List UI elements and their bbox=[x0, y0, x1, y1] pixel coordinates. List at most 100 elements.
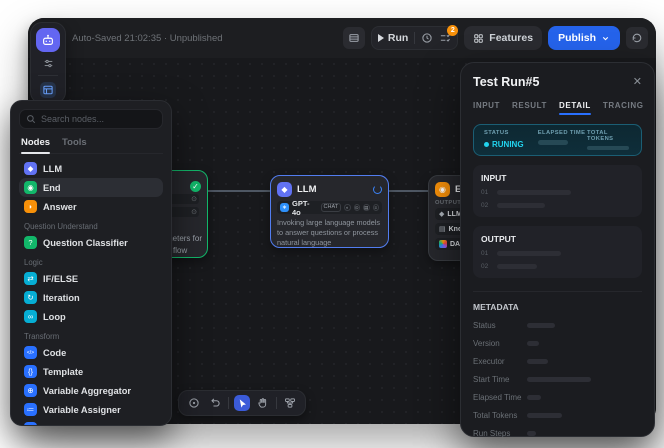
skeleton-bar bbox=[527, 323, 555, 328]
version-history-button[interactable] bbox=[626, 27, 648, 49]
llm-icon: ◆ bbox=[24, 162, 37, 175]
undo-button[interactable] bbox=[207, 395, 223, 411]
model-name: GPT-4o bbox=[292, 199, 316, 217]
skeleton-bar bbox=[527, 377, 591, 382]
tab-input[interactable]: INPUT bbox=[473, 101, 500, 115]
palette-item-end[interactable]: ◉ End bbox=[19, 178, 163, 197]
divider bbox=[228, 397, 229, 409]
palette-item-template[interactable]: {} Template bbox=[19, 362, 163, 381]
tab-tools[interactable]: Tools bbox=[62, 137, 87, 148]
test-run-panel: Test Run#5 ✕ INPUT RESULT DETAIL TRACING… bbox=[460, 62, 655, 437]
palette-item-iteration[interactable]: ↻ Iteration bbox=[19, 288, 163, 307]
close-icon[interactable]: ✕ bbox=[633, 77, 642, 88]
skeleton-bar bbox=[538, 140, 568, 145]
run-panel-tabs: INPUT RESULT DETAIL TRACING bbox=[473, 101, 642, 115]
tab-result[interactable]: RESULT bbox=[512, 101, 547, 115]
publish-label: Publish bbox=[558, 32, 596, 44]
palette-item-label: Loop bbox=[43, 312, 66, 322]
publish-button[interactable]: Publish bbox=[548, 26, 620, 50]
features-button[interactable]: Features bbox=[464, 26, 542, 50]
pointer-mode-button[interactable] bbox=[234, 395, 250, 411]
knowledge-icon: ▤ bbox=[439, 225, 446, 233]
metadata-label: METADATA bbox=[473, 302, 642, 312]
divider bbox=[38, 75, 58, 76]
skeleton-bar bbox=[497, 203, 545, 208]
palette-item-label: Question Classifier bbox=[43, 238, 128, 248]
section-logic: Logic bbox=[24, 258, 163, 267]
tab-detail[interactable]: DETAIL bbox=[559, 101, 591, 115]
top-bar: Auto-Saved 21:02:35 · Unpublished Run bbox=[28, 18, 656, 58]
llm-node[interactable]: ◆ LLM ∗ GPT-4o CHAT ◐ ⊙ ▤ ≡ Invoking lar… bbox=[270, 175, 389, 248]
palette-item-loop[interactable]: ∞ Loop bbox=[19, 307, 163, 326]
model-capability-icon: ≡ bbox=[373, 204, 379, 211]
node-palette-panel: Nodes Tools ◆ LLM ◉ End ◗ Answer Questio… bbox=[10, 100, 172, 426]
palette-item-question-classifier[interactable]: ? Question Classifier bbox=[19, 233, 163, 252]
input-card: INPUT 01 02 bbox=[473, 165, 642, 217]
palette-item-label: IF/ELSE bbox=[43, 274, 78, 284]
palette-item-parameter-extractor[interactable]: ⊙ Parameter Extractor bbox=[19, 419, 163, 426]
status-label: STATUS bbox=[484, 130, 538, 136]
palette-item-llm[interactable]: ◆ LLM bbox=[19, 159, 163, 178]
palette-item-variable-assigner[interactable]: ≔ Variable Assigner bbox=[19, 400, 163, 419]
palette-list: ◆ LLM ◉ End ◗ Answer Question Understand… bbox=[19, 159, 163, 426]
palette-item-label: Answer bbox=[43, 202, 77, 212]
workflow-app: Auto-Saved 21:02:35 · Unpublished Run bbox=[0, 0, 664, 448]
llm-ref-icon: ◆ bbox=[439, 210, 444, 218]
palette-item-label: Variable Assigner bbox=[43, 405, 121, 415]
edge-start-to-llm bbox=[208, 190, 270, 192]
run-panel-title: Test Run#5 bbox=[473, 75, 539, 89]
note-button[interactable] bbox=[186, 395, 202, 411]
palette-item-variable-aggregator[interactable]: ⊕ Variable Aggregator bbox=[19, 381, 163, 400]
checklist-button[interactable]: 2 bbox=[439, 32, 451, 44]
metadata-key: Version bbox=[473, 339, 527, 348]
features-label: Features bbox=[489, 32, 533, 44]
palette-item-if-else[interactable]: ⇄ IF/ELSE bbox=[19, 269, 163, 288]
skeleton-bar bbox=[497, 264, 537, 269]
iteration-icon: ↻ bbox=[24, 291, 37, 304]
tab-nodes[interactable]: Nodes bbox=[21, 137, 50, 148]
film-icon bbox=[348, 32, 360, 44]
palette-item-label: End bbox=[43, 183, 61, 193]
llm-node-description: Invoking large language models to answer… bbox=[277, 218, 382, 249]
start-node-description: flow bbox=[173, 246, 187, 255]
canvas-toolbar bbox=[178, 390, 306, 416]
canvas-view-button[interactable] bbox=[40, 82, 56, 98]
app-logo[interactable] bbox=[36, 28, 60, 52]
output-card: OUTPUT 01 02 bbox=[473, 226, 642, 278]
palette-item-label: Parameter Extractor bbox=[43, 424, 132, 427]
organize-nodes-button[interactable] bbox=[282, 395, 298, 411]
success-check-icon: ✓ bbox=[190, 181, 201, 192]
if-else-icon: ⇄ bbox=[24, 272, 37, 285]
history-restore-icon bbox=[631, 32, 643, 44]
total-tokens-label: TOTAL TOKENS bbox=[587, 130, 631, 142]
row-index: 01 bbox=[481, 250, 491, 257]
loop-icon: ∞ bbox=[24, 310, 37, 323]
left-sidebar bbox=[30, 22, 66, 104]
skeleton-bar bbox=[527, 395, 541, 400]
tab-tracing[interactable]: TRACING bbox=[603, 101, 644, 115]
parameter-extractor-icon: ⊙ bbox=[24, 422, 37, 426]
running-dot-icon bbox=[484, 142, 489, 147]
skeleton-bar bbox=[497, 190, 571, 195]
play-icon bbox=[378, 34, 384, 42]
palette-tabs: Nodes Tools bbox=[19, 137, 163, 154]
llm-node-icon: ◆ bbox=[277, 182, 292, 197]
search-box[interactable] bbox=[19, 109, 163, 129]
palette-item-label: Template bbox=[43, 367, 83, 377]
palette-item-code[interactable]: </> Code bbox=[19, 343, 163, 362]
env-settings-button[interactable] bbox=[343, 27, 365, 49]
hand-mode-button[interactable] bbox=[255, 395, 271, 411]
run-button[interactable]: Run bbox=[378, 32, 408, 44]
preferences-sliders-button[interactable] bbox=[43, 58, 54, 69]
search-input[interactable] bbox=[41, 114, 156, 124]
robot-icon bbox=[41, 33, 55, 47]
history-clock-button[interactable] bbox=[421, 32, 433, 44]
palette-item-answer[interactable]: ◗ Answer bbox=[19, 197, 163, 216]
palette-item-label: Code bbox=[43, 348, 66, 358]
skeleton-bar bbox=[497, 251, 561, 256]
model-selector[interactable]: ∗ GPT-4o CHAT ◐ ⊙ ▤ ≡ bbox=[277, 201, 382, 214]
skeleton-bar bbox=[527, 359, 548, 364]
status-card: STATUS RUNING ELAPSED TIME TOTAL TOKENS bbox=[473, 124, 642, 156]
model-chat-tag: CHAT bbox=[321, 203, 342, 212]
metadata-key: Run Steps bbox=[473, 429, 527, 438]
